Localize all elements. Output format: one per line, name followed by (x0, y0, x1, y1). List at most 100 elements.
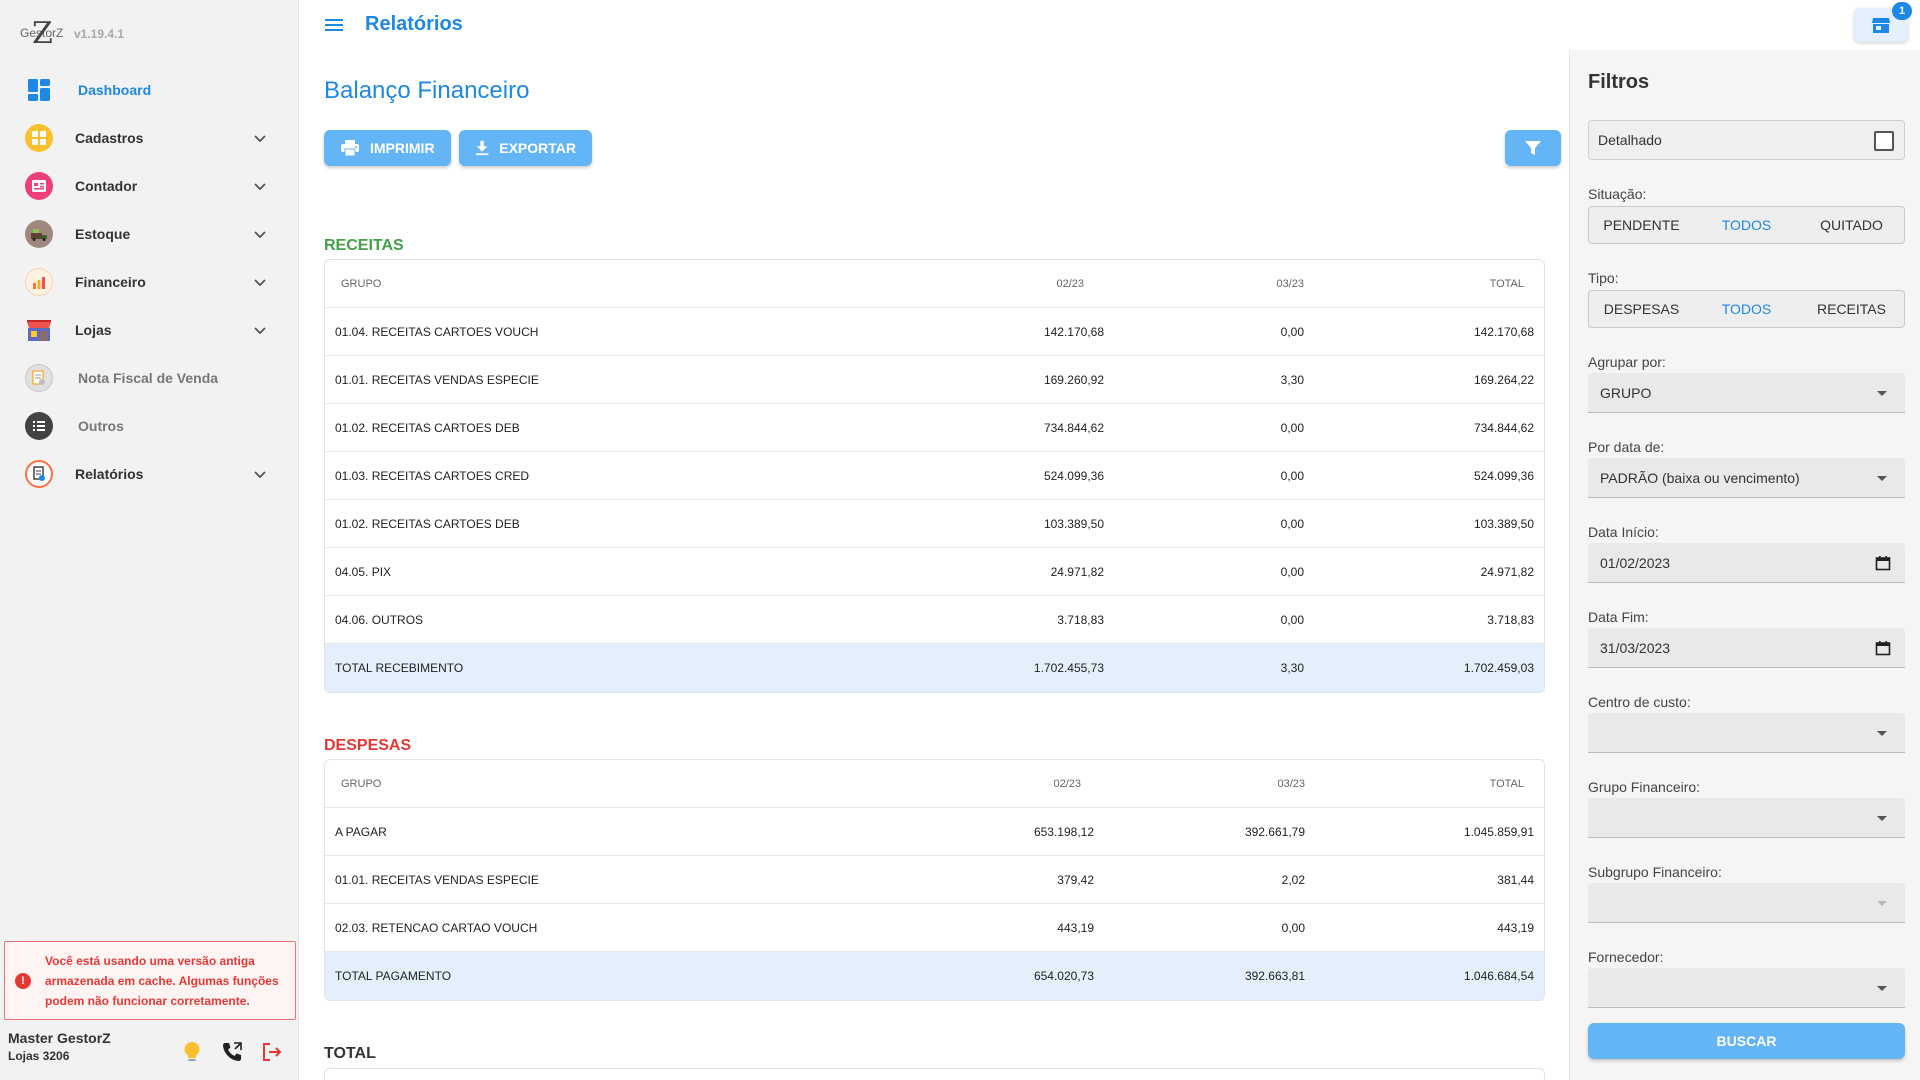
print-button[interactable]: IMPRIMIR (324, 130, 451, 166)
cell-total: 734.844,62 (1473, 420, 1534, 435)
sidebar-item-label: Lojas (75, 322, 112, 338)
sidebar-item-relatorios[interactable]: Relatórios (0, 450, 299, 498)
grupo-financeiro-select[interactable] (1588, 798, 1905, 838)
cell-grupo: 01.01. RECEITAS VENDAS ESPECIE (335, 372, 539, 387)
detalhado-checkbox-field[interactable]: Detalhado (1588, 120, 1905, 160)
error-icon: ! (15, 972, 31, 989)
header-cell-03-23: 03/23 (1277, 777, 1305, 790)
table-row: 01.02. RECEITAS CARTOES DEB 103.389,50 0,0… (325, 500, 1544, 548)
table-row: 01.03. RECEITAS CARTOES CRED 524.099,36 0,… (325, 452, 1544, 500)
sidebar-item-lojas[interactable]: Lojas (0, 306, 299, 354)
receitas-title: RECEITAS (324, 237, 404, 254)
sidebar-item-financeiro[interactable]: Financeiro (0, 258, 299, 306)
sidebar-item-cadastros[interactable]: Cadastros (0, 114, 299, 162)
data-inicio-input[interactable]: 01/02/2023 (1588, 543, 1905, 583)
sidebar: GestorZ Z v1.19.4.1 Dashboard Cadastros … (0, 0, 299, 1080)
table-row: 04.06. OUTROS 3.718,83 0,00 3.718,83 (325, 596, 1544, 644)
agrupar-label: Agrupar por: (1588, 354, 1666, 370)
financeiro-icon (25, 268, 53, 296)
dropdown-arrow-icon (1877, 731, 1887, 736)
brand[interactable]: GestorZ Z v1.19.4.1 (20, 16, 124, 51)
data-fim-input[interactable]: 31/03/2023 (1588, 628, 1905, 668)
lightbulb-icon[interactable] (180, 1040, 204, 1064)
situacao-option-pendente[interactable]: PENDENTE (1589, 207, 1694, 243)
chevron-down-icon[interactable] (253, 227, 267, 241)
cell-total: 443,19 (1497, 920, 1534, 935)
calendar-icon[interactable] (1875, 640, 1891, 656)
menu-icon[interactable] (323, 14, 345, 36)
header-cell-total: TOTAL (1489, 277, 1524, 290)
centro-custo-select[interactable] (1588, 713, 1905, 753)
sidebar-item-label: Contador (75, 178, 138, 194)
cell-grupo: TOTAL RECEBIMENTO (335, 661, 464, 675)
chevron-down-icon[interactable] (253, 275, 267, 289)
logout-icon[interactable] (260, 1040, 284, 1064)
calendar-icon[interactable] (1875, 555, 1891, 571)
fornecedor-label: Fornecedor: (1588, 949, 1664, 965)
cell-02-23: 654.020,73 (1033, 969, 1094, 983)
print-label: IMPRIMIR (370, 140, 435, 156)
filter-toggle-button[interactable] (1505, 130, 1561, 166)
download-icon (475, 140, 489, 156)
header-cell-total: TOTAL (1489, 777, 1524, 790)
sidebar-item-label: Cadastros (75, 130, 144, 146)
detalhado-checkbox[interactable] (1874, 131, 1894, 151)
cell-03-23: 0,00 (1280, 564, 1304, 579)
user-name: Master GestorZ (8, 1030, 111, 1046)
store-button[interactable]: 1 (1854, 2, 1912, 42)
phone-icon[interactable] (220, 1040, 244, 1064)
subgrupo-financeiro-label: Subgrupo Financeiro: (1588, 864, 1722, 880)
sidebar-item-label: Estoque (75, 226, 131, 242)
gestorz-logo: GestorZ Z (20, 16, 64, 51)
tipo-option-receitas[interactable]: RECEITAS (1799, 291, 1904, 327)
tipo-option-despesas[interactable]: DESPESAS (1589, 291, 1694, 327)
chevron-down-icon[interactable] (253, 179, 267, 193)
cell-03-23: 0,00 (1280, 468, 1304, 483)
sidebar-item-dashboard[interactable]: Dashboard (0, 66, 299, 114)
table-header-row: GRUPO 02/23 03/23 TOTAL (325, 260, 1544, 308)
table-total-row: TOTAL PAGAMENTO 654.020,73 392.663,81 1.046… (325, 952, 1544, 1000)
despesas-title: DESPESAS (324, 737, 412, 754)
header-cell-grupo: GRUPO (341, 777, 382, 790)
data-inicio-label: Data Início: (1588, 524, 1659, 540)
sidebar-item-outros[interactable]: Outros (0, 402, 299, 450)
cell-03-23: 392.663,81 (1244, 969, 1305, 983)
total-title: TOTAL (324, 1045, 376, 1062)
table-total-row: TOTAL RECEBIMENTO 1.702.455,73 3,30 1.702.4… (325, 644, 1544, 692)
total-table (324, 1068, 1545, 1080)
data-fim-value: 31/03/2023 (1600, 639, 1671, 656)
sidebar-item-label: Relatórios (75, 466, 144, 482)
cache-warning-alert: ! Você está usando uma versão antiga arm… (4, 941, 296, 1020)
cell-02-23: 379,42 (1057, 872, 1094, 887)
search-button[interactable]: BUSCAR (1588, 1023, 1905, 1059)
table-row: A PAGAR 653.198,12 392.661,79 1.045.859,91 (325, 808, 1544, 856)
export-label: EXPORTAR (499, 140, 576, 156)
agrupar-select[interactable]: GRUPO (1588, 373, 1905, 413)
export-button[interactable]: EXPORTAR (459, 130, 592, 166)
chevron-down-icon[interactable] (253, 323, 267, 337)
situacao-option-quitado[interactable]: QUITADO (1799, 207, 1904, 243)
chevron-down-icon[interactable] (253, 467, 267, 481)
situacao-toggle: PENDENTE TODOS QUITADO (1588, 206, 1905, 244)
sidebar-item-contador[interactable]: Contador (0, 162, 299, 210)
grupo-financeiro-label: Grupo Financeiro: (1588, 779, 1701, 795)
chevron-down-icon[interactable] (253, 131, 267, 145)
situacao-option-todos[interactable]: TODOS (1694, 207, 1799, 243)
cell-grupo: 01.03. RECEITAS CARTOES CRED (335, 468, 530, 483)
subgrupo-financeiro-select[interactable] (1588, 883, 1905, 923)
cell-02-23: 142.170,68 (1043, 324, 1104, 339)
cell-total: 169.264,22 (1473, 372, 1534, 387)
por-data-select[interactable]: PADRÃO (baixa ou vencimento) (1588, 458, 1905, 498)
header-cell-02-23: 02/23 (1053, 777, 1081, 790)
nota-fiscal-icon (25, 364, 53, 392)
sidebar-item-estoque[interactable]: Estoque (0, 210, 299, 258)
cell-03-23: 0,00 (1280, 420, 1304, 435)
tipo-option-todos[interactable]: TODOS (1694, 291, 1799, 327)
cell-02-23: 653.198,12 (1033, 824, 1094, 839)
sidebar-item-nota-fiscal[interactable]: Nota Fiscal de Venda (0, 354, 299, 402)
cell-03-23: 0,00 (1280, 324, 1304, 339)
cell-grupo: 01.04. RECEITAS CARTOES VOUCH (335, 324, 539, 339)
fornecedor-select[interactable] (1588, 968, 1905, 1008)
cell-02-23: 169.260,92 (1043, 372, 1104, 387)
dropdown-arrow-icon (1877, 816, 1887, 821)
